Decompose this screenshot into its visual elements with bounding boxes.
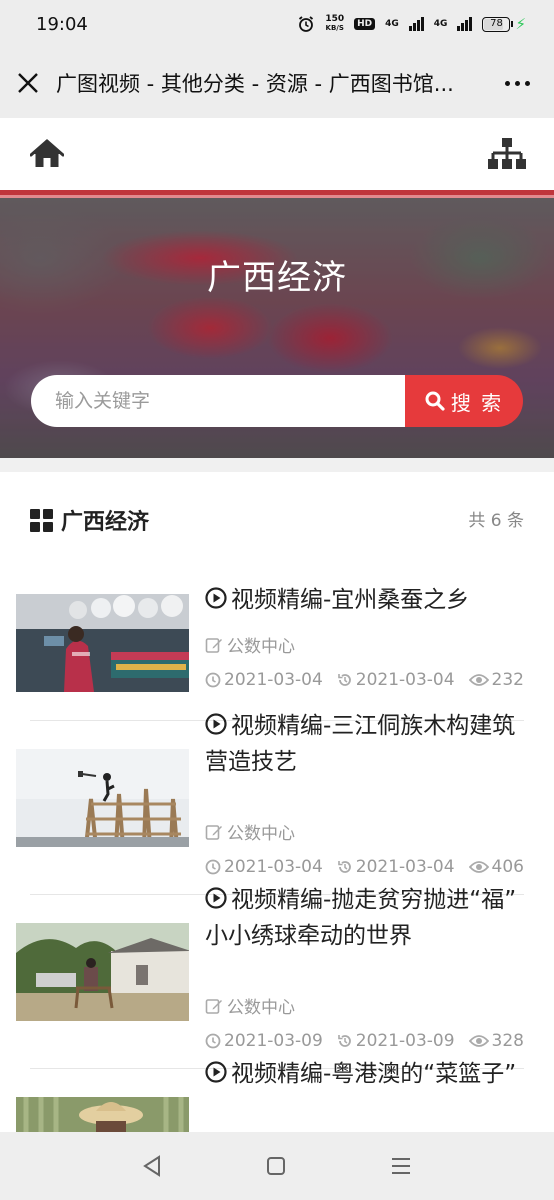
created-date: 2021-03-04 — [205, 670, 323, 690]
view-count-text: 232 — [491, 670, 524, 690]
signal-icon — [408, 17, 424, 31]
list-item[interactable]: 视频精编-抛走贫穷抛进“福” 小小绣球牵动的世界 公数中心 2021-03-09… — [0, 887, 554, 1069]
page-title: 广图视频 - 其他分类 - 资源 - 广西图书馆... — [56, 72, 454, 96]
video-thumbnail[interactable] — [16, 749, 189, 847]
view-count: 232 — [468, 670, 524, 690]
edit-icon — [205, 637, 222, 653]
hd-badge: HD — [354, 18, 376, 30]
network-type-1: 4G — [385, 19, 399, 29]
video-title-text: 视频精编-三江侗族木构建筑营造技艺 — [205, 713, 516, 775]
battery-level: 78 — [490, 17, 503, 29]
updated-date-text: 2021-03-04 — [355, 670, 455, 690]
video-stats: 2021-03-04 2021-03-04 232 — [205, 670, 524, 690]
header-accent-line — [0, 190, 554, 198]
history-icon — [337, 674, 351, 686]
home-icon[interactable] — [30, 139, 64, 169]
section-gap — [0, 458, 554, 472]
video-title[interactable]: 视频精编-宜州桑蚕之乡 — [205, 582, 526, 618]
play-circle-icon — [205, 713, 227, 735]
created-date: 2021-03-04 — [205, 857, 323, 877]
view-count: 328 — [468, 1031, 524, 1051]
video-stats: 2021-03-09 2021-03-09 328 — [205, 1031, 524, 1051]
system-navigation-bar — [0, 1132, 554, 1200]
section-title-group: 广西经济 — [30, 504, 149, 536]
search-button[interactable]: 搜 索 — [405, 375, 523, 427]
network-type-2: 4G — [433, 19, 448, 29]
video-title[interactable]: 视频精编-抛走贫穷抛进“福” 小小绣球牵动的世界 — [205, 882, 526, 954]
created-date-text: 2021-03-04 — [224, 857, 323, 877]
battery-icon: 78 ⚡ — [482, 15, 526, 33]
section-title: 广西经济 — [61, 510, 150, 535]
menu-icon[interactable] — [390, 1156, 412, 1176]
video-source: 公数中心 — [205, 993, 295, 1018]
site-header — [0, 118, 554, 190]
alarm-icon — [299, 16, 314, 32]
title-bar: 广图视频 - 其他分类 - 资源 - 广西图书馆... — [0, 48, 554, 118]
video-source-text: 公数中心 — [227, 637, 295, 657]
more-options-button[interactable] — [480, 48, 554, 118]
status-time: 19:04 — [36, 13, 88, 35]
grid-icon — [30, 508, 53, 532]
updated-date: 2021-03-04 — [337, 857, 455, 877]
search-input[interactable] — [31, 375, 405, 427]
search-icon — [425, 391, 445, 411]
banner: 广西经济 搜 索 — [0, 198, 554, 458]
video-source-text: 公数中心 — [227, 998, 295, 1018]
eye-icon — [468, 861, 489, 873]
home-square-icon[interactable] — [266, 1156, 286, 1176]
result-count: 共 6 条 — [468, 511, 524, 531]
history-icon — [337, 1035, 351, 1047]
banner-title: 广西经济 — [207, 258, 347, 298]
speed-unit: KB/S — [325, 24, 344, 32]
section-header: 广西经济 共 6 条 — [30, 500, 524, 540]
view-count-text: 328 — [491, 1031, 524, 1051]
updated-date: 2021-03-09 — [337, 1031, 455, 1051]
updated-date: 2021-03-04 — [337, 670, 455, 690]
view-count-text: 406 — [491, 857, 524, 877]
history-icon — [337, 861, 351, 873]
sitemap-icon[interactable] — [488, 137, 526, 171]
video-title[interactable]: 视频精编-粤港澳的“菜篮子” — [205, 1056, 526, 1092]
video-source: 公数中心 — [205, 632, 295, 657]
video-title[interactable]: 视频精编-三江侗族木构建筑营造技艺 — [205, 708, 526, 780]
play-circle-icon — [205, 1061, 227, 1083]
video-stats: 2021-03-04 2021-03-04 406 — [205, 857, 524, 877]
updated-date-text: 2021-03-09 — [355, 1031, 455, 1051]
list-item[interactable]: 视频精编-三江侗族木构建筑营造技艺 公数中心 2021-03-04 2021-0… — [0, 713, 554, 895]
video-list: 视频精编-宜州桑蚕之乡 公数中心 2021-03-04 2021-03-04 2… — [0, 576, 554, 1200]
created-date-text: 2021-03-04 — [224, 670, 323, 690]
updated-date-text: 2021-03-04 — [355, 857, 455, 877]
video-source-text: 公数中心 — [227, 824, 295, 844]
eye-icon — [468, 674, 489, 686]
list-item[interactable]: 视频精编-宜州桑蚕之乡 公数中心 2021-03-04 2021-03-04 2… — [0, 576, 554, 721]
created-date-text: 2021-03-09 — [224, 1031, 323, 1051]
play-circle-icon — [205, 587, 227, 609]
video-thumbnail[interactable] — [16, 594, 189, 692]
signal-icon — [457, 17, 473, 31]
video-thumbnail[interactable] — [16, 923, 189, 1021]
clock-icon — [205, 672, 221, 688]
view-count: 406 — [468, 857, 524, 877]
search-box: 搜 索 — [31, 375, 523, 427]
network-speed: 150 KB/S — [325, 15, 344, 33]
speed-value: 150 — [325, 14, 345, 24]
close-icon — [18, 73, 38, 93]
video-source: 公数中心 — [205, 819, 295, 844]
clock-icon — [205, 859, 221, 875]
close-button[interactable] — [0, 48, 56, 118]
edit-icon — [205, 824, 222, 840]
search-button-label: 搜 索 — [450, 390, 504, 415]
video-title-text: 视频精编-粤港澳的“菜篮子” — [231, 1061, 517, 1087]
video-title-text: 视频精编-抛走贫穷抛进“福” 小小绣球牵动的世界 — [205, 887, 517, 949]
video-title-text: 视频精编-宜州桑蚕之乡 — [231, 587, 470, 613]
edit-icon — [205, 998, 222, 1014]
created-date: 2021-03-09 — [205, 1031, 323, 1051]
charging-icon: ⚡ — [515, 15, 526, 33]
back-icon[interactable] — [142, 1155, 162, 1177]
status-icons: 150 KB/S HD 4G 4G 78 ⚡ — [297, 15, 526, 33]
status-bar: 19:04 150 KB/S HD 4G 4G 78 ⚡ — [0, 0, 554, 48]
clock-icon — [205, 1033, 221, 1049]
play-circle-icon — [205, 887, 227, 909]
eye-icon — [468, 1035, 489, 1047]
